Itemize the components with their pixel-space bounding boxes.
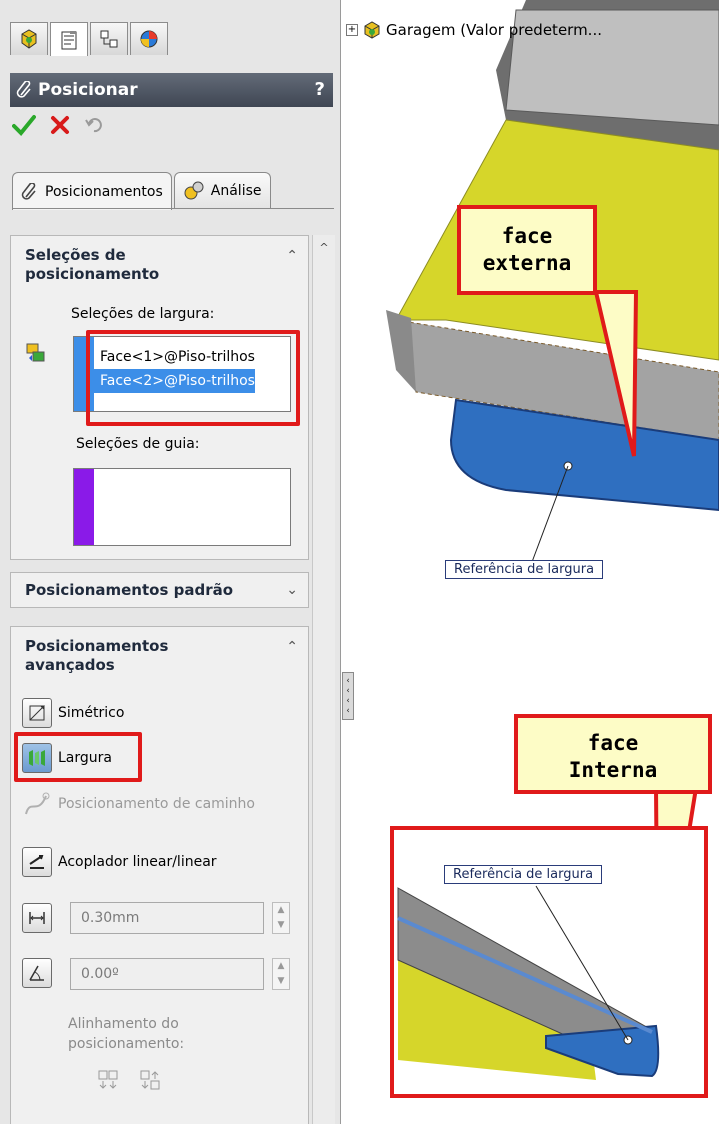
- appearance-icon: [140, 30, 158, 48]
- tab-mates[interactable]: Posicionamentos: [12, 172, 172, 210]
- panel-splitter-handle[interactable]: ‹ ‹ ‹ ‹: [342, 672, 354, 720]
- tab-analysis[interactable]: Análise: [173, 172, 271, 208]
- ok-button[interactable]: [12, 114, 36, 140]
- undo-button[interactable]: [84, 115, 104, 139]
- configuration-icon: [100, 30, 118, 48]
- reference-label-top: Referência de largura: [445, 560, 604, 579]
- analysis-icon: [184, 181, 204, 199]
- manager-tab-bar: [10, 22, 168, 56]
- panel-header: Posicionar ?: [10, 73, 333, 107]
- aligned-button[interactable]: [96, 1068, 120, 1096]
- property-manager-tab[interactable]: [50, 22, 88, 56]
- tab-analysis-label: Análise: [210, 182, 262, 199]
- selection-color-swatch: [74, 469, 94, 545]
- tab-mates-label: Posicionamentos: [45, 183, 163, 200]
- symmetric-label: Simétrico: [58, 705, 125, 721]
- symmetric-option[interactable]: Simétrico: [22, 698, 124, 728]
- close-icon: [51, 116, 69, 134]
- assembly-icon: [364, 21, 380, 39]
- action-buttons: [12, 114, 104, 140]
- feature-manager-tab[interactable]: [10, 22, 48, 55]
- collapse-chevron-icon[interactable]: ⌃: [286, 248, 298, 264]
- help-button[interactable]: ?: [315, 79, 325, 100]
- width-selections-label: Seleções de largura:: [71, 306, 215, 322]
- collapse-chevron-icon[interactable]: ⌃: [286, 639, 298, 655]
- callout-inner-face: face Interna: [514, 714, 712, 794]
- property-sheet-icon: [61, 30, 77, 49]
- mate-alignment-label: Alinhamento do posicionamento:: [68, 1016, 185, 1052]
- mate-tabs: Posicionamentos Análise: [12, 172, 271, 210]
- expand-plus-icon[interactable]: +: [346, 24, 358, 36]
- standard-mates-title[interactable]: Posicionamentos padrão: [25, 581, 233, 600]
- mate-selections-title[interactable]: Seleções de posicionamento: [25, 246, 225, 284]
- symmetric-icon[interactable]: [22, 698, 52, 728]
- selection-icon: [25, 342, 47, 368]
- advanced-mates-title[interactable]: Posicionamentos avançados: [25, 637, 225, 675]
- paperclip-icon: [21, 182, 36, 200]
- linear-coupler-icon[interactable]: [22, 847, 52, 877]
- checkmark-icon: [12, 115, 36, 136]
- angle-spinner[interactable]: ▲ ▼: [272, 958, 290, 990]
- display-manager-tab[interactable]: [130, 22, 168, 55]
- aligned-icon: [98, 1070, 118, 1089]
- property-manager-panel: Posicionar ? Posicionamentos Análise ^ S…: [0, 0, 341, 1124]
- undo-icon: [85, 118, 102, 133]
- paperclip-icon: [16, 81, 31, 98]
- width-selections-highlight: [86, 330, 300, 426]
- feature-tree-root[interactable]: + Garagem (Valor predeterm...: [346, 20, 602, 40]
- linear-coupler-option[interactable]: Acoplador linear/linear: [22, 847, 217, 877]
- width-option-highlight: [14, 732, 142, 782]
- path-mate-option[interactable]: Posicionamento de caminho: [22, 790, 255, 818]
- tree-root-label: Garagem (Valor predeterm...: [386, 21, 602, 39]
- panel-scrollbar[interactable]: ^: [312, 235, 335, 1124]
- distance-icon: [22, 903, 52, 933]
- anti-aligned-button[interactable]: [138, 1068, 162, 1096]
- cancel-button[interactable]: [50, 115, 70, 139]
- angle-input[interactable]: 0.00º: [70, 958, 264, 990]
- reference-label-bottom: Referência de largura: [444, 865, 603, 884]
- tab-underline: [12, 208, 334, 209]
- path-mate-label: Posicionamento de caminho: [58, 796, 255, 812]
- guide-selections-listbox[interactable]: [73, 468, 291, 546]
- expand-chevron-icon[interactable]: ⌄: [286, 582, 298, 598]
- feature-tree-icon: [21, 29, 37, 49]
- distance-input[interactable]: 0.30mm: [70, 902, 264, 934]
- anti-aligned-icon: [140, 1070, 160, 1090]
- linear-coupler-label: Acoplador linear/linear: [58, 854, 217, 870]
- angle-icon: [22, 958, 52, 988]
- path-mate-icon: [25, 792, 50, 815]
- callout-outer-face: face externa: [457, 205, 597, 295]
- standard-mates-group: Posicionamentos padrão ⌄: [10, 572, 309, 608]
- scroll-up-arrow-icon[interactable]: ^: [313, 241, 335, 254]
- configuration-manager-tab[interactable]: [90, 22, 128, 55]
- panel-title: Posicionar: [38, 80, 138, 100]
- guide-selections-label: Seleções de guia:: [76, 436, 200, 452]
- distance-spinner[interactable]: ▲ ▼: [272, 902, 290, 934]
